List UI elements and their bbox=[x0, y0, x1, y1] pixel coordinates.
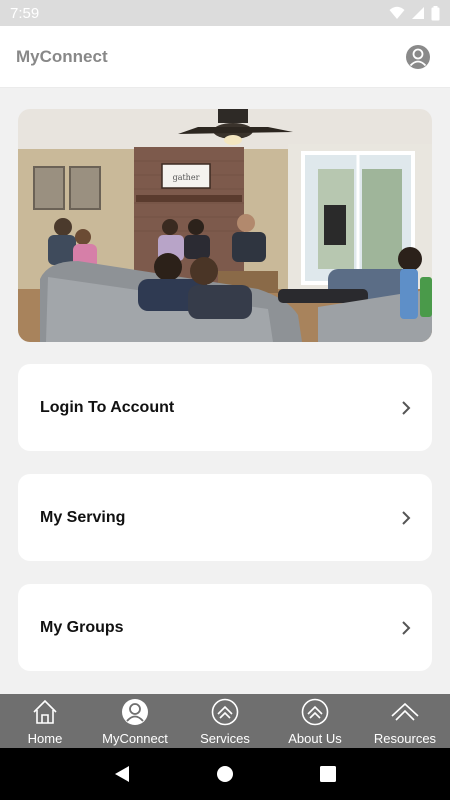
system-nav-bar bbox=[0, 748, 450, 800]
tab-label: Services bbox=[200, 731, 250, 746]
account-circle-icon bbox=[122, 699, 148, 725]
card-label: My Serving bbox=[40, 508, 126, 526]
login-to-account-card[interactable]: Login To Account bbox=[18, 364, 432, 451]
bottom-tab-bar: Home MyConnect Services About Us Resourc… bbox=[0, 694, 450, 748]
chevron-right-icon bbox=[402, 510, 411, 525]
tab-home[interactable]: Home bbox=[0, 694, 90, 748]
status-icons bbox=[389, 5, 440, 21]
tab-myconnect[interactable]: MyConnect bbox=[90, 694, 180, 748]
battery-icon bbox=[431, 5, 440, 20]
recents-icon[interactable] bbox=[319, 765, 337, 783]
profile-button[interactable] bbox=[404, 43, 432, 71]
tab-label: About Us bbox=[288, 731, 342, 746]
page-title: MyConnect bbox=[16, 46, 108, 66]
tab-resources[interactable]: Resources bbox=[360, 694, 450, 748]
hero-image: gather bbox=[18, 109, 432, 342]
chevron-right-icon bbox=[402, 620, 411, 635]
account-circle-icon bbox=[406, 44, 430, 69]
tab-services[interactable]: Services bbox=[180, 694, 270, 748]
back-icon[interactable] bbox=[113, 765, 131, 783]
tab-about-us[interactable]: About Us bbox=[270, 694, 360, 748]
tab-label: Resources bbox=[373, 731, 437, 746]
tab-label: MyConnect bbox=[102, 731, 168, 746]
card-label: Login To Account bbox=[40, 398, 175, 416]
status-bar: 7:59 bbox=[0, 0, 450, 26]
tab-label: Home bbox=[27, 731, 63, 746]
my-serving-card[interactable]: My Serving bbox=[18, 474, 432, 561]
my-groups-card[interactable]: My Groups bbox=[18, 584, 432, 671]
living-room-photo: gather bbox=[18, 109, 432, 342]
status-time: 7:59 bbox=[10, 4, 40, 22]
home-circle-icon[interactable] bbox=[216, 765, 234, 783]
home-icon bbox=[33, 699, 57, 724]
card-label: My Groups bbox=[40, 618, 124, 636]
chevron-up-icon bbox=[391, 702, 419, 721]
signal-icon bbox=[412, 7, 424, 19]
chevron-up-circle-icon bbox=[211, 698, 239, 726]
wifi-icon bbox=[389, 6, 405, 19]
svg-text:gather: gather bbox=[173, 173, 200, 182]
app-header: MyConnect bbox=[0, 26, 450, 88]
chevron-right-icon bbox=[402, 400, 411, 415]
chevron-up-circle-icon bbox=[301, 698, 329, 726]
